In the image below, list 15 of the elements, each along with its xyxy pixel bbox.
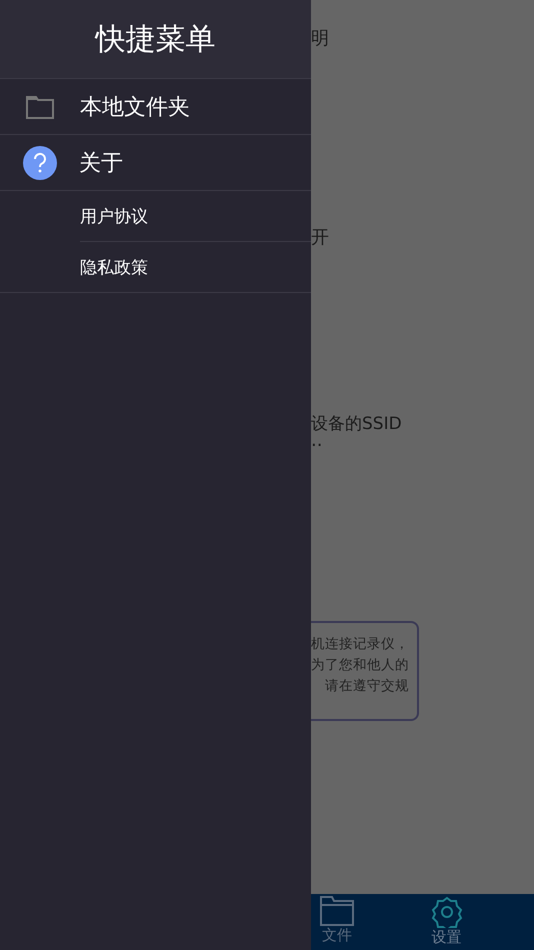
background-text: 明 <box>311 27 329 50</box>
nav-tab[interactable]: 设置 <box>359 894 534 950</box>
background-text: 设备的SSID <box>311 413 402 435</box>
folder-icon <box>320 896 354 926</box>
notice-text: 机连接记录仪， <box>311 635 409 653</box>
notice-text: 请在遵守交规 <box>325 677 409 695</box>
menu-item[interactable]: 本地文件夹 <box>0 79 311 135</box>
background-text: 开 <box>311 226 329 249</box>
notice-text: 为了您和他人的 <box>311 656 409 674</box>
settings-icon <box>430 896 462 928</box>
drawer-title: 快捷菜单 <box>96 20 216 58</box>
help-icon <box>23 146 57 180</box>
menu-item[interactable]: 关于 <box>0 135 311 191</box>
folder-icon <box>26 94 54 118</box>
background-text: .. <box>311 435 322 447</box>
